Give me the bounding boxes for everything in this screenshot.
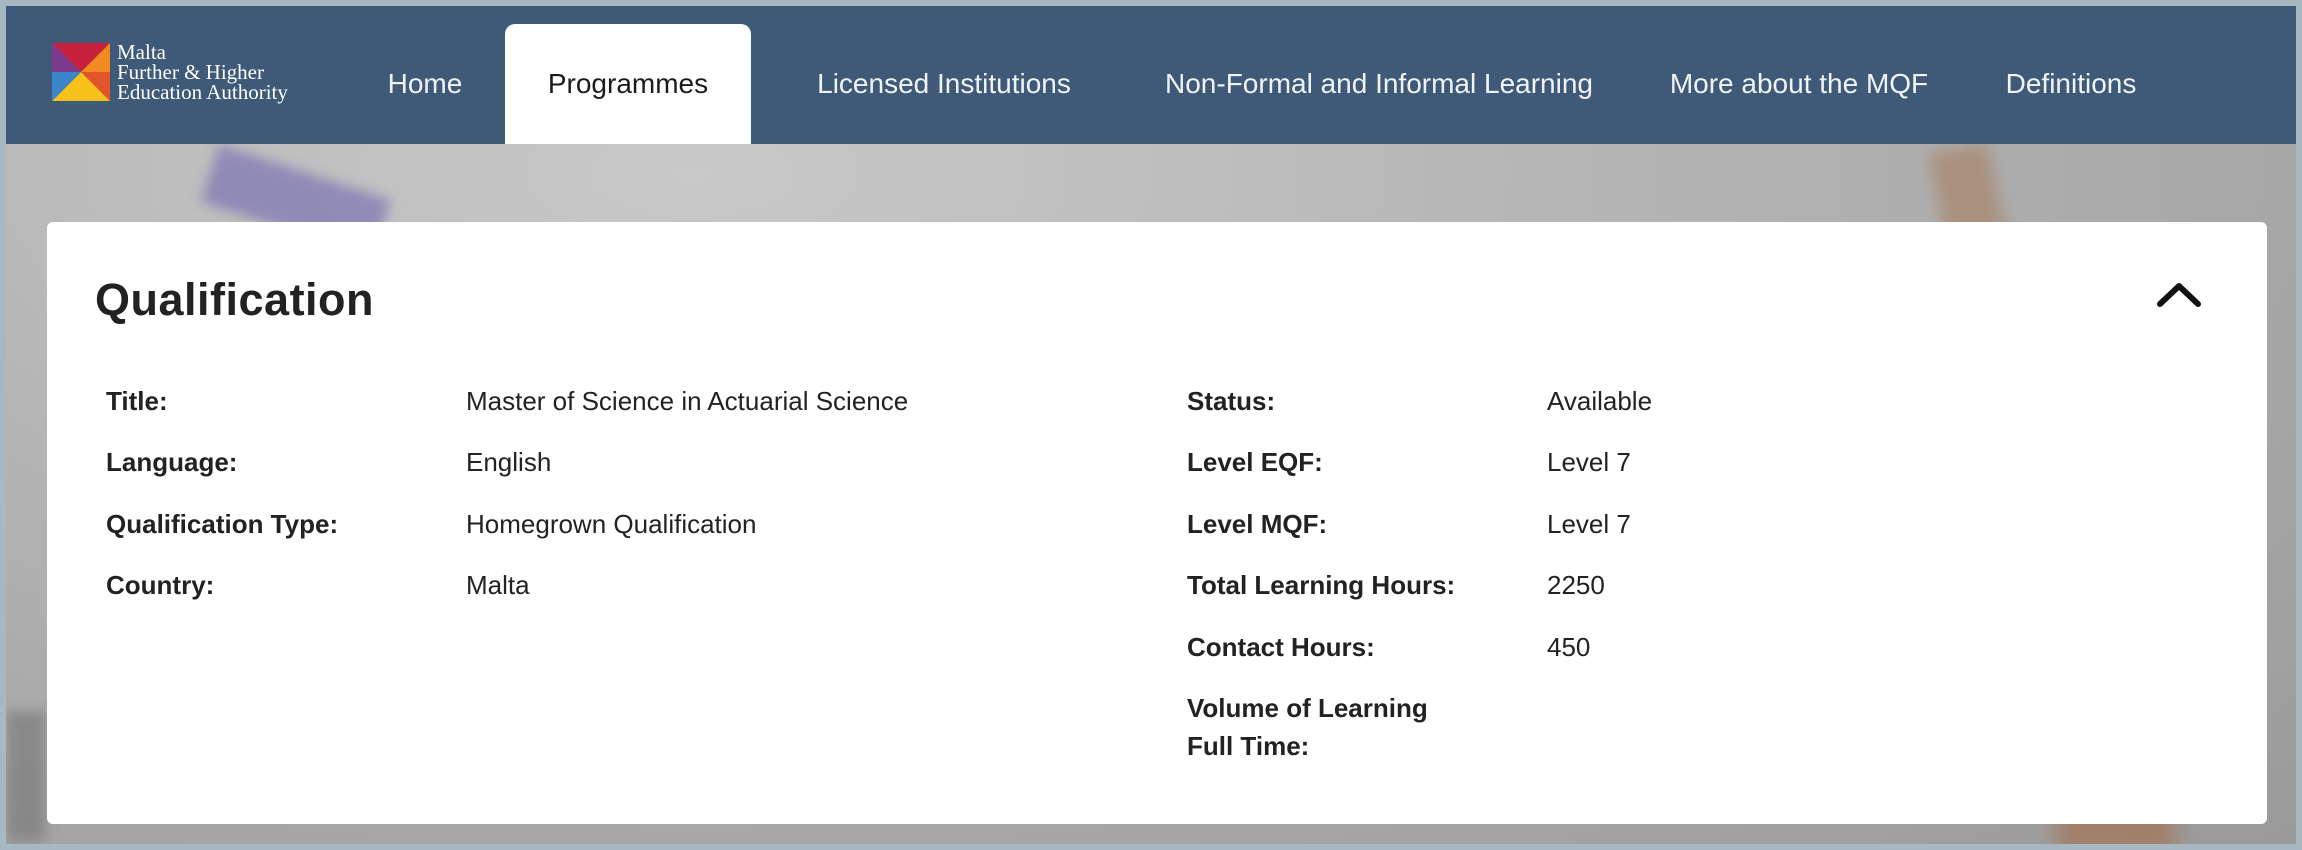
- card-title: Qualification: [95, 274, 375, 325]
- field-label-status: Status:: [1187, 386, 1276, 416]
- field-label-qualification-type: Qualification Type:: [106, 509, 339, 539]
- logo-mark-icon: [52, 43, 110, 101]
- nav-item-home[interactable]: Home: [364, 24, 486, 144]
- field-label-contact-hours: Contact Hours:: [1187, 632, 1375, 662]
- field-value-contact-hours: 450: [1547, 632, 1591, 662]
- collapse-button[interactable]: [2154, 274, 2204, 314]
- logo-line: Further & Higher: [117, 60, 264, 84]
- field-label-title: Title:: [106, 386, 168, 416]
- background-image-blur: [6, 711, 46, 841]
- field-value-country: Malta: [466, 570, 530, 600]
- field-value-level-eqf: Level 7: [1547, 447, 1631, 477]
- nav-item-more-about-mqf[interactable]: More about the MQF: [1651, 24, 1947, 144]
- field-value-language: English: [466, 447, 552, 477]
- nav-item-programmes[interactable]: Programmes: [505, 24, 751, 144]
- field-value-qualification-type: Homegrown Qualification: [466, 509, 757, 539]
- nav-item-licensed-institutions[interactable]: Licensed Institutions: [780, 24, 1108, 144]
- field-value-total-learning-hours: 2250: [1547, 570, 1605, 600]
- nav-item-definitions[interactable]: Definitions: [1976, 24, 2166, 144]
- top-navbar: Malta Further & Higher Education Authori…: [6, 6, 2296, 144]
- field-label-country: Country:: [106, 570, 215, 600]
- field-value-level-mqf: Level 7: [1547, 509, 1631, 539]
- qualification-card: Qualification Title: Master of Science i…: [47, 222, 2267, 824]
- field-value-title: Master of Science in Actuarial Science: [466, 386, 909, 416]
- field-label-level-eqf: Level EQF:: [1187, 447, 1323, 477]
- page-frame: Malta Further & Higher Education Authori…: [6, 6, 2296, 844]
- logo-line: Education Authority: [117, 80, 288, 104]
- logo-line: Malta: [117, 40, 166, 64]
- field-value-status: Available: [1547, 386, 1653, 416]
- nav-item-non-formal-informal-learning[interactable]: Non-Formal and Informal Learning: [1136, 24, 1622, 144]
- field-label-volume-of-learning: Volume of Learning Full Time:: [1187, 693, 1428, 761]
- mfhea-logo[interactable]: Malta Further & Higher Education Authori…: [52, 40, 288, 104]
- field-label-total-learning-hours: Total Learning Hours:: [1187, 570, 1456, 600]
- field-label-language: Language:: [106, 447, 238, 477]
- chevron-up-icon: [2157, 283, 2201, 307]
- logo-text: Malta Further & Higher Education Authori…: [117, 40, 288, 104]
- field-label-level-mqf: Level MQF:: [1187, 509, 1328, 539]
